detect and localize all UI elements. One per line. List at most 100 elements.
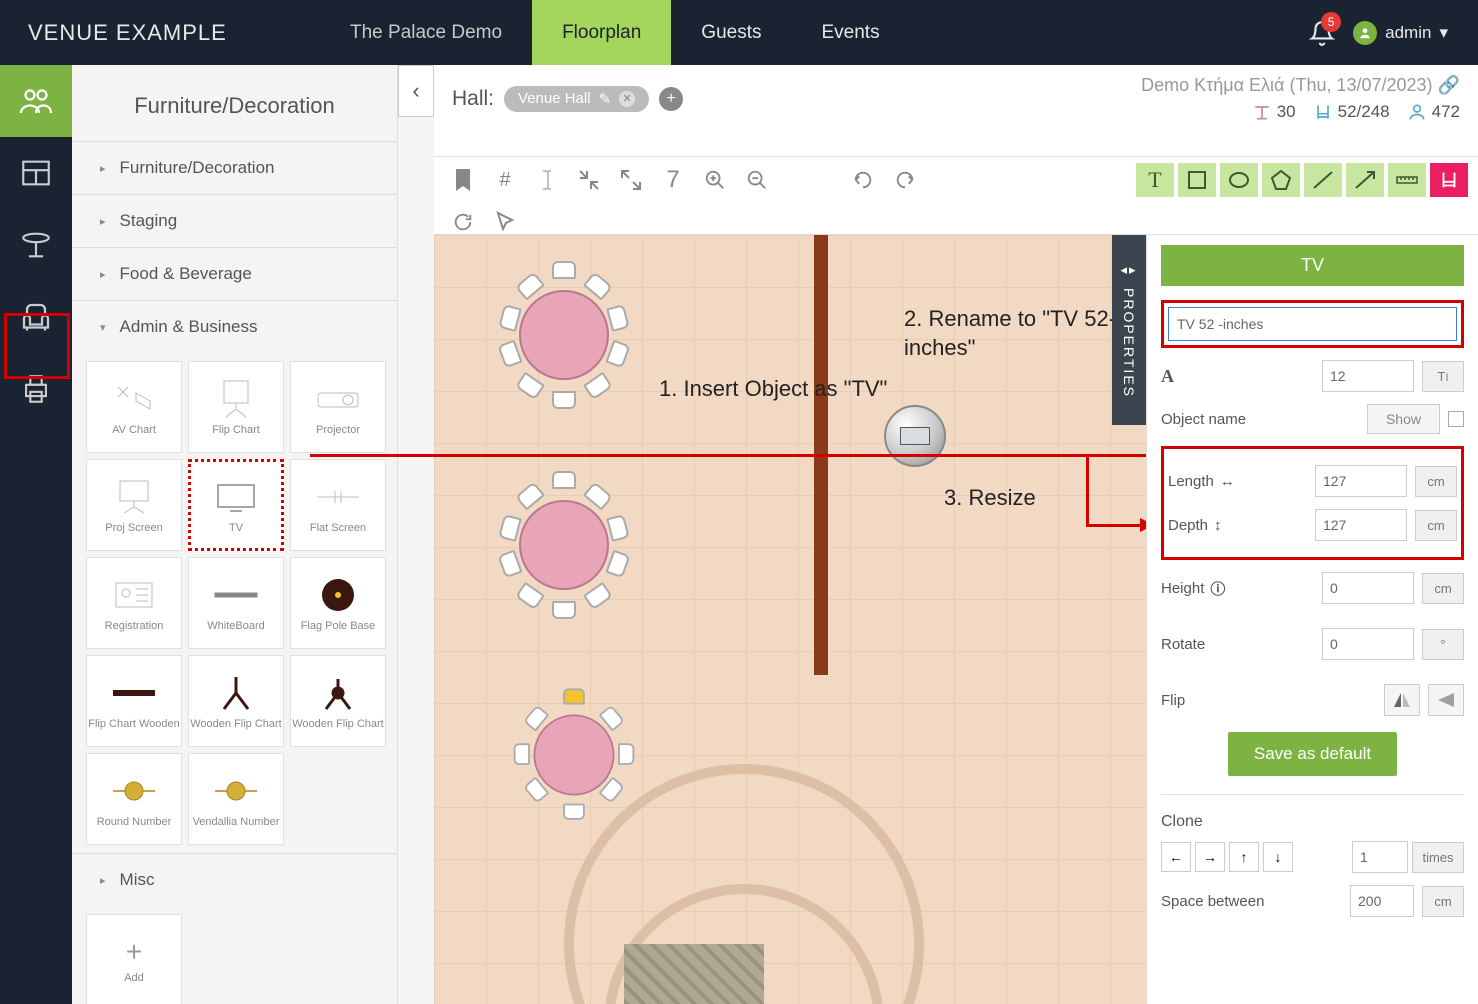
depth-input[interactable] (1315, 509, 1407, 541)
shape-line[interactable] (1304, 163, 1342, 197)
clone-down-button[interactable]: ↓ (1263, 842, 1293, 872)
tool-collapse[interactable] (570, 163, 608, 197)
user-menu[interactable]: admin ▾ (1353, 21, 1448, 45)
ellipse-icon (1227, 169, 1251, 191)
object-name-input[interactable] (1168, 307, 1457, 341)
tool-zoom-out[interactable] (738, 163, 776, 197)
lib-flat-screen[interactable]: Flat Screen (290, 459, 386, 551)
properties-tab[interactable]: ◂▸ PROPERTIES (1112, 235, 1146, 425)
info-icon[interactable]: ⓘ (1210, 578, 1225, 599)
space-between-input[interactable] (1350, 885, 1414, 917)
lib-projector[interactable]: Projector (290, 361, 386, 453)
annotation-arrow-1 (310, 454, 1220, 457)
chair (605, 340, 630, 369)
text-style-button[interactable]: TI (1422, 361, 1464, 392)
shape-polygon[interactable] (1262, 163, 1300, 197)
flip-horizontal-button[interactable] (1384, 684, 1420, 716)
brand-title: VENUE EXAMPLE (0, 20, 320, 46)
lib-registration[interactable]: Registration (86, 557, 182, 649)
annotation-arrow-3v (1086, 454, 1089, 524)
lib-flip-chart[interactable]: Flip Chart (188, 361, 284, 453)
tool-seven[interactable]: 7 (654, 163, 692, 197)
round-table[interactable] (511, 692, 637, 818)
cat-misc[interactable]: ▸Misc (72, 853, 397, 906)
zoom-in-icon (704, 169, 726, 191)
lib-wooden-flip2[interactable]: Wooden Flip Chart (290, 655, 386, 747)
rail-tables[interactable] (0, 209, 72, 281)
tool-redo[interactable] (886, 163, 924, 197)
caret-down-icon: ▾ (1439, 23, 1448, 43)
lib-av-chart[interactable]: AV Chart (86, 361, 182, 453)
lib-proj-screen[interactable]: Proj Screen (86, 459, 182, 551)
clone-left-button[interactable]: ← (1161, 842, 1191, 872)
lib-flag-pole[interactable]: Flag Pole Base (290, 557, 386, 649)
tv-object[interactable] (884, 405, 946, 467)
tab-floorplan[interactable]: Floorplan (532, 0, 671, 65)
clone-up-button[interactable]: ↑ (1229, 842, 1259, 872)
cat-staging[interactable]: ▸Staging (72, 194, 397, 247)
rail-guests[interactable] (0, 65, 72, 137)
user-name: admin (1385, 23, 1431, 43)
length-label: Length ↔ (1168, 473, 1307, 490)
shape-ellipse[interactable] (1220, 163, 1258, 197)
shape-furniture[interactable] (1430, 163, 1468, 197)
tool-undo[interactable] (844, 163, 882, 197)
tool-expand[interactable] (612, 163, 650, 197)
flip-vertical-button[interactable] (1428, 684, 1464, 716)
rotate-input[interactable] (1322, 628, 1414, 660)
shape-ruler[interactable] (1388, 163, 1426, 197)
height-input[interactable] (1322, 572, 1414, 604)
save-default-button[interactable]: Save as default (1228, 732, 1397, 776)
notifications-button[interactable]: 5 (1309, 20, 1335, 46)
shape-rect[interactable] (1178, 163, 1216, 197)
tool-refresh[interactable] (444, 205, 482, 239)
lib-whiteboard[interactable]: WhiteBoard (188, 557, 284, 649)
pencil-icon[interactable]: ✎ (599, 90, 612, 108)
lib-round-number[interactable]: Round Number (86, 753, 182, 845)
cat-food[interactable]: ▸Food & Beverage (72, 247, 397, 300)
tab-guests[interactable]: Guests (671, 0, 791, 65)
cat-furniture[interactable]: ▸Furniture/Decoration (72, 141, 397, 194)
round-table[interactable] (494, 265, 634, 405)
tool-text-cursor[interactable] (528, 163, 566, 197)
caret-right-icon: ▸ (100, 215, 106, 228)
show-checkbox[interactable] (1448, 411, 1464, 427)
shape-text[interactable]: T (1136, 163, 1174, 197)
shape-arrow[interactable] (1346, 163, 1384, 197)
collapse-sidebar-button[interactable]: ‹ (398, 65, 434, 117)
hall-pill[interactable]: Venue Hall ✎ ✕ (504, 86, 649, 112)
add-hall-button[interactable]: + (659, 87, 683, 111)
stat-guests: 472 (1406, 102, 1460, 122)
tool-pointer[interactable] (486, 205, 524, 239)
cat-admin[interactable]: ▾Admin & Business (72, 300, 397, 353)
caret-down-icon: ▾ (100, 321, 106, 334)
lib-vendallia[interactable]: Vendallia Number (188, 753, 284, 845)
tool-bookmark[interactable] (444, 163, 482, 197)
tool-grid[interactable]: # (486, 163, 524, 197)
lib-tv[interactable]: TV (188, 459, 284, 551)
floorplan-canvas[interactable]: 1. Insert Object as "TV" 2. Rename to "T… (434, 235, 1146, 1004)
table-icon (19, 228, 53, 262)
person-icon (1358, 26, 1372, 40)
lib-flip-wooden[interactable]: Flip Chart Wooden (86, 655, 182, 747)
length-input[interactable] (1315, 465, 1407, 497)
chevron-left-icon: ‹ (412, 78, 419, 104)
show-button[interactable]: Show (1367, 404, 1440, 434)
lib-wooden-flip1[interactable]: Wooden Flip Chart (188, 655, 284, 747)
font-size-input[interactable] (1322, 360, 1414, 392)
close-icon[interactable]: ✕ (619, 91, 635, 107)
clone-times-input[interactable] (1352, 841, 1408, 873)
tool-zoom-in[interactable] (696, 163, 734, 197)
breadcrumb[interactable]: The Palace Demo (320, 0, 532, 65)
chair (515, 582, 545, 611)
round-table[interactable] (494, 475, 634, 615)
height-label: Height ⓘ (1161, 578, 1314, 599)
clone-right-button[interactable]: → (1195, 842, 1225, 872)
link-icon[interactable]: 🔗 (1438, 75, 1460, 95)
layout-icon (19, 156, 53, 190)
rail-layout[interactable] (0, 137, 72, 209)
lib-add[interactable]: +Add (86, 914, 182, 1004)
grid-icon: # (499, 169, 510, 192)
tab-events[interactable]: Events (792, 0, 910, 65)
flip-label: Flip (1161, 692, 1376, 709)
